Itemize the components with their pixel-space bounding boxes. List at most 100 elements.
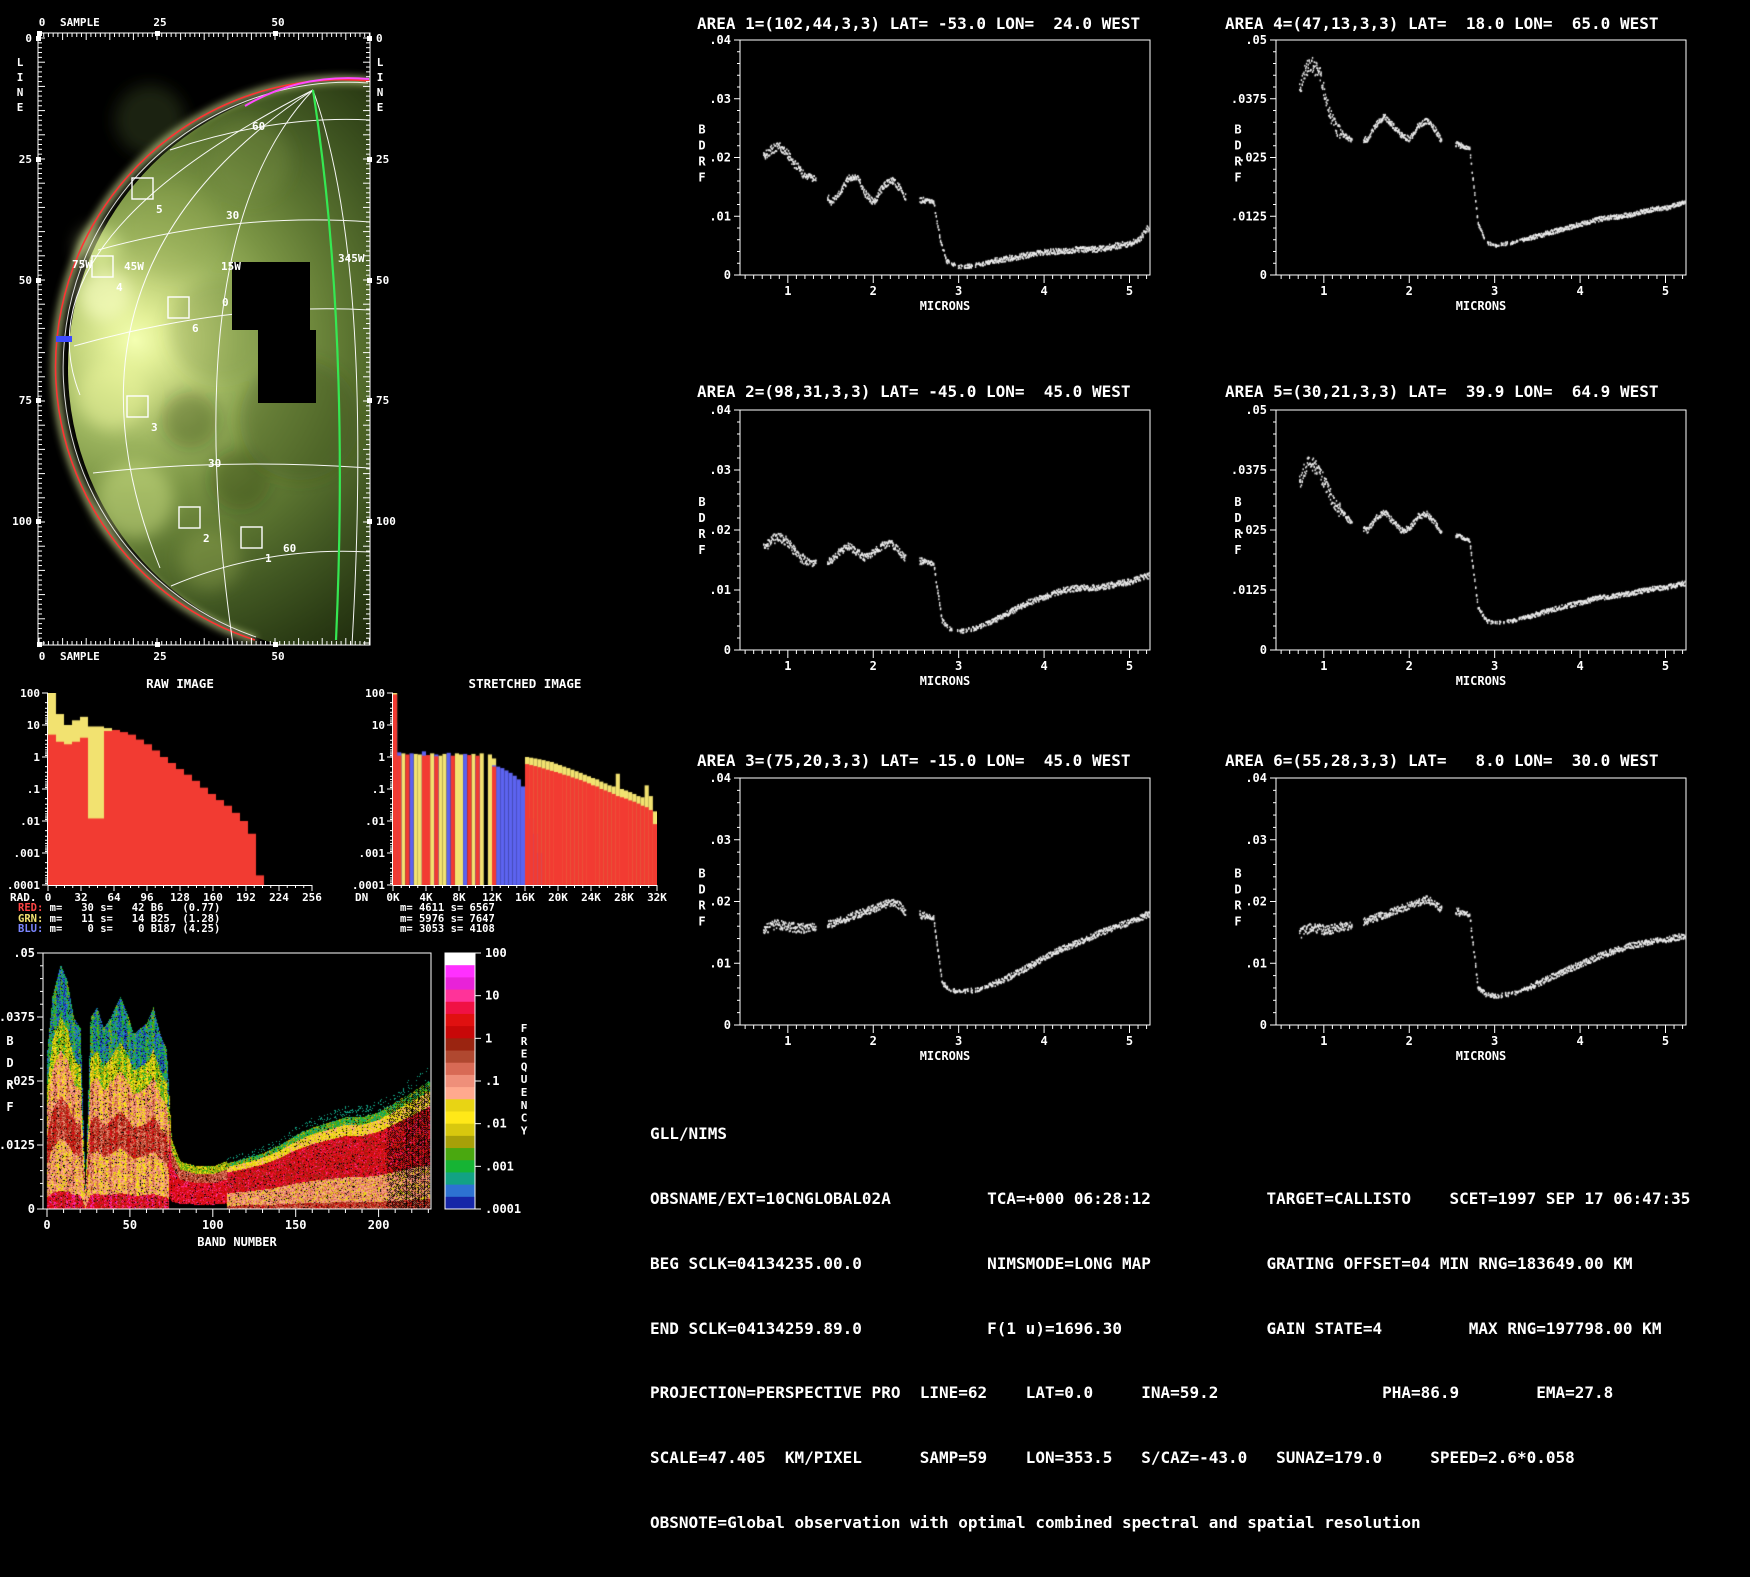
metadata-line: SCALE=47.405 KM/PIXEL SAMP=59 LON=353.5 … [650,1448,1575,1468]
x-tick-label: 3 [955,1034,962,1048]
colorbar-band [445,1099,475,1112]
line-tick-label: 0 [25,32,32,45]
colorbar-axis-label: U [521,1073,528,1086]
x-axis-label: DN [355,891,368,904]
x-axis-label: MICRONS [920,1049,971,1063]
line-tick-label: 0 [376,32,383,45]
y-tick-label: .001 [14,847,41,860]
y-tick-label: .025 [1238,523,1267,537]
colorbar-tick-label: 10 [485,989,499,1003]
y-tick-label: .04 [1245,771,1267,785]
colorbar-tick-label: .001 [485,1159,514,1173]
stat-values: m= 3053 s= 4108 [400,923,495,936]
tick-square [37,642,42,647]
line-tick-label: 100 [12,515,32,528]
line-axis-label: E [377,101,384,114]
colorbar-band [445,1160,475,1173]
x-tick-label: 5 [1126,284,1133,298]
y-axis-label: D [698,883,705,897]
y-tick-label: .01 [709,956,731,970]
colorbar-band [445,1013,475,1027]
x-tick-label: 4 [1040,284,1047,298]
longitude-grid-label: 45W [124,260,144,273]
colorbar-axis-label: Y [521,1124,528,1137]
y-tick-label: .01 [20,815,40,828]
x-tick-label: 2 [1406,284,1413,298]
line-axis-label: I [377,71,384,84]
colorbar-band [445,1135,475,1149]
y-tick-label: 0 [1260,268,1267,282]
colorbar-band [445,1050,475,1064]
latitude-grid-label: 60 [252,120,265,133]
y-tick-label: 10 [372,719,385,732]
longitude-grid-label: 15W [221,260,241,273]
y-tick-label: 1 [378,751,385,764]
y-tick-label: 0 [28,1202,35,1216]
y-tick-label: .03 [709,463,731,477]
x-tick-label: 5 [1662,1034,1669,1048]
tick-square [36,519,41,524]
y-axis-label: D [698,511,705,525]
y-tick-label: .0125 [0,1138,35,1152]
colorbar-axis-label: C [521,1112,528,1125]
x-tick-label: 1 [784,659,791,673]
x-tick-label: 3 [1491,284,1498,298]
longitude-grid-label: 75W [72,258,92,271]
x-tick-label: 4 [1040,659,1047,673]
y-axis-label: D [1234,883,1241,897]
y-axis-label: R [698,527,706,541]
latitude-grid-label: 0 [222,296,229,309]
x-tick-label: 3 [955,284,962,298]
colorbar-band [445,1074,475,1088]
line-axis-label: L [17,56,24,69]
line-tick-label: 75 [19,394,32,407]
x-tick-label: 1 [784,1034,791,1048]
tick-square [367,278,372,283]
y-tick-label: .0375 [1231,92,1267,106]
y-tick-label: 0 [724,643,731,657]
stat-values: m= 0 s= 0 B187 (4.25) [43,923,221,936]
colorbar-band [445,1038,475,1052]
x-tick-label: 0 [43,1218,50,1232]
y-tick-label: .02 [709,523,731,537]
x-axis-label: MICRONS [1456,1049,1507,1063]
planet-disk [68,81,370,645]
x-tick-label: 2 [870,659,877,673]
x-tick-label: 24K [581,891,601,904]
area-box-number: 6 [192,322,199,335]
y-axis-label: F [1234,915,1241,929]
x-axis-label: BAND NUMBER [197,1235,277,1249]
y-tick-label: .03 [1245,833,1267,847]
y-axis-label: F [6,1100,13,1114]
data-gap-rect-2 [258,330,316,403]
colorbar-tick-label: .01 [485,1117,507,1131]
x-tick-label: 3 [955,659,962,673]
y-tick-label: .05 [1245,403,1267,417]
colorbar-axis-label: E [521,1086,528,1099]
tick-square [155,642,160,647]
metadata-line: PROJECTION=PERSPECTIVE PRO LINE=62 LAT=0… [650,1383,1614,1403]
metadata-line: GLL/NIMS [650,1124,728,1144]
tick-square [367,157,372,162]
latitude-grid-label: 30 [208,457,221,470]
line-tick-label: 25 [19,153,32,166]
y-tick-label: .02 [1245,895,1267,909]
y-tick-label: 1 [33,751,40,764]
plot-frame [739,777,1151,1026]
y-tick-label: .1 [372,783,386,796]
longitude-grid-label: 345W [338,252,365,265]
tick-square [155,31,160,36]
y-axis-label: F [1234,543,1241,557]
y-tick-label: .04 [709,33,731,47]
tick-square [36,36,41,41]
colorbar-band [445,1087,475,1100]
y-axis-label: F [1234,171,1241,185]
colorbar-band [445,1026,475,1039]
y-tick-label: .01 [709,583,731,597]
line-axis-label: N [17,86,24,99]
colorbar-band [445,1148,475,1161]
y-tick-label: .03 [709,833,731,847]
plot-frame [42,952,432,1210]
y-tick-label: .02 [709,895,731,909]
x-tick-label: 150 [285,1218,307,1232]
